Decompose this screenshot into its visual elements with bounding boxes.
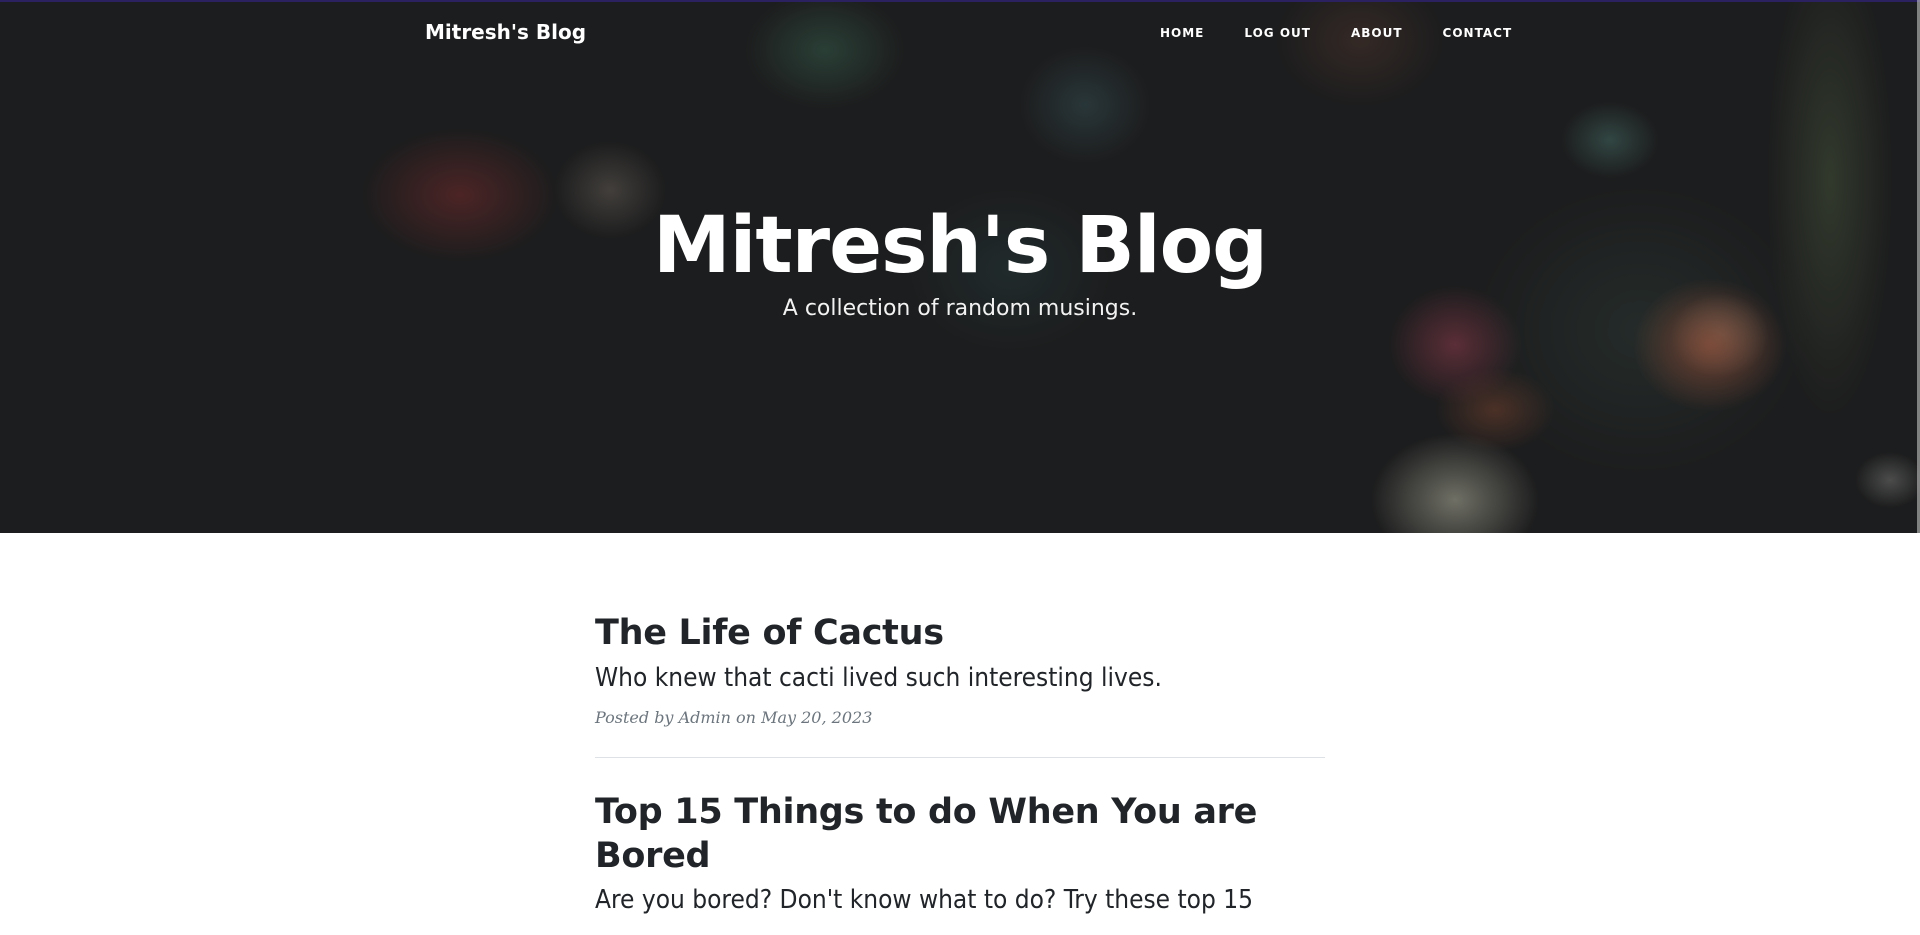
post-author-link[interactable]: Admin xyxy=(679,708,731,727)
navbar-brand[interactable]: Mitresh's Blog xyxy=(425,20,586,44)
post-meta-on: on xyxy=(736,707,756,727)
post-link[interactable]: Top 15 Things to do When You are Bored A… xyxy=(595,790,1325,919)
post-subtitle: Are you bored? Don't know what to do? Tr… xyxy=(595,885,1253,916)
post-title: The Life of Cactus xyxy=(595,613,944,653)
post-list: The Life of Cactus Who knew that cacti l… xyxy=(595,612,1325,918)
post-title: Top 15 Things to do When You are Bored xyxy=(595,791,1258,876)
nav-item-about: ABOUT xyxy=(1351,26,1443,40)
nav-links: HOME LOG OUT ABOUT CONTACT xyxy=(1160,26,1552,40)
site-title: Mitresh's Blog xyxy=(652,201,1268,291)
site-heading: Mitresh's Blog A collection of random mu… xyxy=(0,200,1920,321)
post-subtitle: Who knew that cacti lived such interesti… xyxy=(595,662,1162,693)
site-subtitle: A collection of random musings. xyxy=(782,296,1138,322)
post-meta: Posted by Admin on May 20, 2023 xyxy=(595,708,1325,727)
post-preview: The Life of Cactus Who knew that cacti l… xyxy=(595,612,1325,727)
nav-link-home[interactable]: HOME xyxy=(1160,26,1204,40)
post-link[interactable]: The Life of Cactus Who knew that cacti l… xyxy=(595,612,1325,696)
nav-link-logout[interactable]: LOG OUT xyxy=(1244,26,1311,40)
nav-item-home: HOME xyxy=(1160,26,1244,40)
post-divider xyxy=(595,756,1325,758)
nav-link-about[interactable]: ABOUT xyxy=(1351,26,1403,40)
nav-link-contact[interactable]: CONTACT xyxy=(1443,26,1513,40)
post-preview: Top 15 Things to do When You are Bored A… xyxy=(595,790,1325,919)
post-meta-prefix: Posted by xyxy=(595,707,674,727)
nav-item-contact: CONTACT xyxy=(1443,26,1553,40)
masthead-hero: Mitresh's Blog HOME LOG OUT ABOUT CONTAC… xyxy=(0,0,1920,533)
post-date: May 20, 2023 xyxy=(761,707,873,727)
nav-item-logout: LOG OUT xyxy=(1244,26,1351,40)
main-navbar: Mitresh's Blog HOME LOG OUT ABOUT CONTAC… xyxy=(0,0,1920,70)
